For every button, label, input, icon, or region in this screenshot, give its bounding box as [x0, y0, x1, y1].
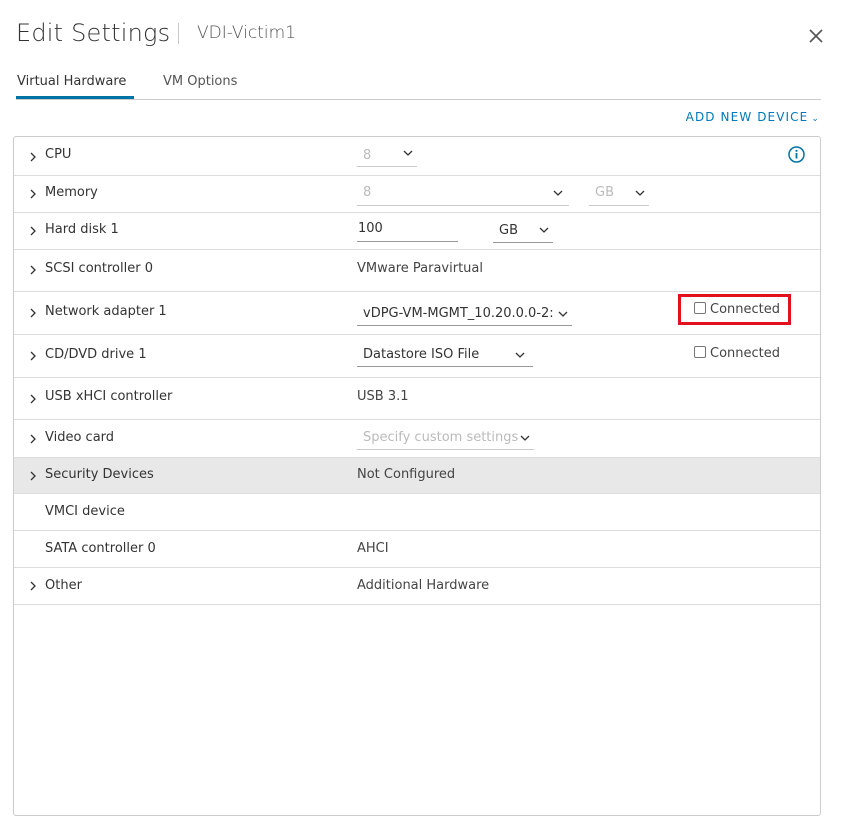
- memory-size-value: 8: [363, 185, 372, 200]
- security-devices-label: Security Devices: [45, 467, 154, 482]
- device-row-cdrom: CD/DVD drive 1 Datastore ISO File Connec…: [14, 335, 820, 378]
- hard-disk-unit-select[interactable]: GB: [493, 221, 553, 243]
- device-row-network-adapter: Network adapter 1 vDPG-VM-MGMT_10.20.0.0…: [14, 292, 820, 335]
- hard-disk-unit-value: GB: [499, 223, 518, 238]
- cdrom-connected-label[interactable]: Connected: [710, 346, 780, 361]
- device-row-video-card: Video card Specify custom settings: [14, 420, 820, 458]
- device-row-cpu: CPU 8: [14, 137, 820, 176]
- network-value: vDPG-VM-MGMT_10.20.0.0-2:: [363, 306, 553, 321]
- chevron-down-icon: [520, 435, 530, 441]
- device-row-sata: SATA controller 0 AHCI: [14, 531, 820, 568]
- hard-disk-label: Hard disk 1: [45, 222, 119, 237]
- cpu-count-select[interactable]: 8: [357, 146, 417, 167]
- memory-unit-select[interactable]: GB: [589, 184, 649, 206]
- other-label: Other: [45, 578, 82, 593]
- network-select[interactable]: vDPG-VM-MGMT_10.20.0.0-2:: [357, 303, 572, 326]
- add-new-device-label: ADD NEW DEVICE: [685, 110, 809, 124]
- chevron-right-icon[interactable]: [29, 225, 37, 237]
- network-connected-checkbox[interactable]: [694, 302, 706, 314]
- device-row-scsi: SCSI controller 0 VMware Paravirtual: [14, 250, 820, 292]
- network-adapter-label: Network adapter 1: [45, 304, 167, 319]
- info-icon[interactable]: [788, 146, 805, 163]
- tab-virtual-hardware[interactable]: Virtual Hardware: [17, 74, 126, 95]
- chevron-down-icon: ⌄: [811, 114, 820, 124]
- memory-size-select[interactable]: 8: [357, 184, 569, 206]
- tab-vm-options[interactable]: VM Options: [163, 74, 237, 95]
- chevron-down-icon: [403, 150, 413, 156]
- chevron-down-icon: [539, 227, 549, 233]
- usb-label: USB xHCI controller: [45, 389, 173, 404]
- security-devices-value: Not Configured: [357, 467, 456, 482]
- cpu-count-value: 8: [363, 148, 372, 163]
- video-card-select[interactable]: Specify custom settings: [357, 428, 534, 450]
- hard-disk-size-value: 100: [358, 221, 383, 236]
- device-row-vmci: VMCI device: [14, 494, 820, 531]
- usb-value: USB 3.1: [357, 389, 409, 404]
- chevron-right-icon[interactable]: [29, 264, 37, 276]
- video-card-value: Specify custom settings: [363, 430, 519, 445]
- chevron-right-icon[interactable]: [29, 393, 37, 405]
- chevron-right-icon[interactable]: [29, 470, 37, 482]
- hardware-grid: CPU 8 Memory 8 GB Hard disk 1 100 GB SCS…: [13, 136, 821, 816]
- cdrom-connected-checkbox[interactable]: [694, 346, 706, 358]
- add-new-device-button[interactable]: ADD NEW DEVICE ⌄: [686, 110, 820, 124]
- active-tab-indicator: [16, 96, 134, 99]
- memory-unit-value: GB: [595, 185, 614, 200]
- close-icon[interactable]: [805, 25, 827, 47]
- sata-value: AHCI: [357, 541, 389, 556]
- cpu-label: CPU: [45, 147, 72, 162]
- tab-bar: Virtual Hardware VM Options: [16, 60, 821, 100]
- other-value: Additional Hardware: [357, 578, 490, 593]
- chevron-right-icon[interactable]: [29, 188, 37, 200]
- chevron-right-icon[interactable]: [29, 350, 37, 362]
- cdrom-media-select[interactable]: Datastore ISO File: [357, 345, 533, 367]
- network-connected-label[interactable]: Connected: [710, 302, 780, 317]
- vmci-label: VMCI device: [45, 504, 125, 519]
- device-row-usb: USB xHCI controller USB 3.1: [14, 378, 820, 420]
- memory-label: Memory: [45, 185, 98, 200]
- chevron-right-icon[interactable]: [29, 580, 37, 592]
- chevron-right-icon[interactable]: [29, 307, 37, 319]
- scsi-value: VMware Paravirtual: [357, 261, 483, 276]
- chevron-right-icon[interactable]: [29, 151, 37, 163]
- chevron-down-icon: [558, 311, 568, 317]
- cdrom-label: CD/DVD drive 1: [45, 347, 147, 362]
- sata-label: SATA controller 0: [45, 541, 156, 556]
- cdrom-media-value: Datastore ISO File: [363, 347, 480, 362]
- title-divider: [178, 23, 179, 44]
- chevron-right-icon[interactable]: [29, 433, 37, 445]
- vm-name: VDI-Victim1: [197, 23, 296, 43]
- hard-disk-size-input[interactable]: 100: [357, 220, 458, 242]
- chevron-down-icon: [635, 190, 645, 196]
- chevron-down-icon: [515, 352, 525, 358]
- device-row-hard-disk: Hard disk 1 100 GB: [14, 213, 820, 250]
- scsi-label: SCSI controller 0: [45, 261, 153, 276]
- device-row-memory: Memory 8 GB: [14, 176, 820, 213]
- device-row-other: Other Additional Hardware: [14, 568, 820, 605]
- video-card-label: Video card: [45, 430, 115, 445]
- device-row-security-devices[interactable]: Security Devices Not Configured: [14, 458, 820, 494]
- dialog-title: Edit Settings: [16, 19, 171, 47]
- chevron-down-icon: [553, 190, 563, 196]
